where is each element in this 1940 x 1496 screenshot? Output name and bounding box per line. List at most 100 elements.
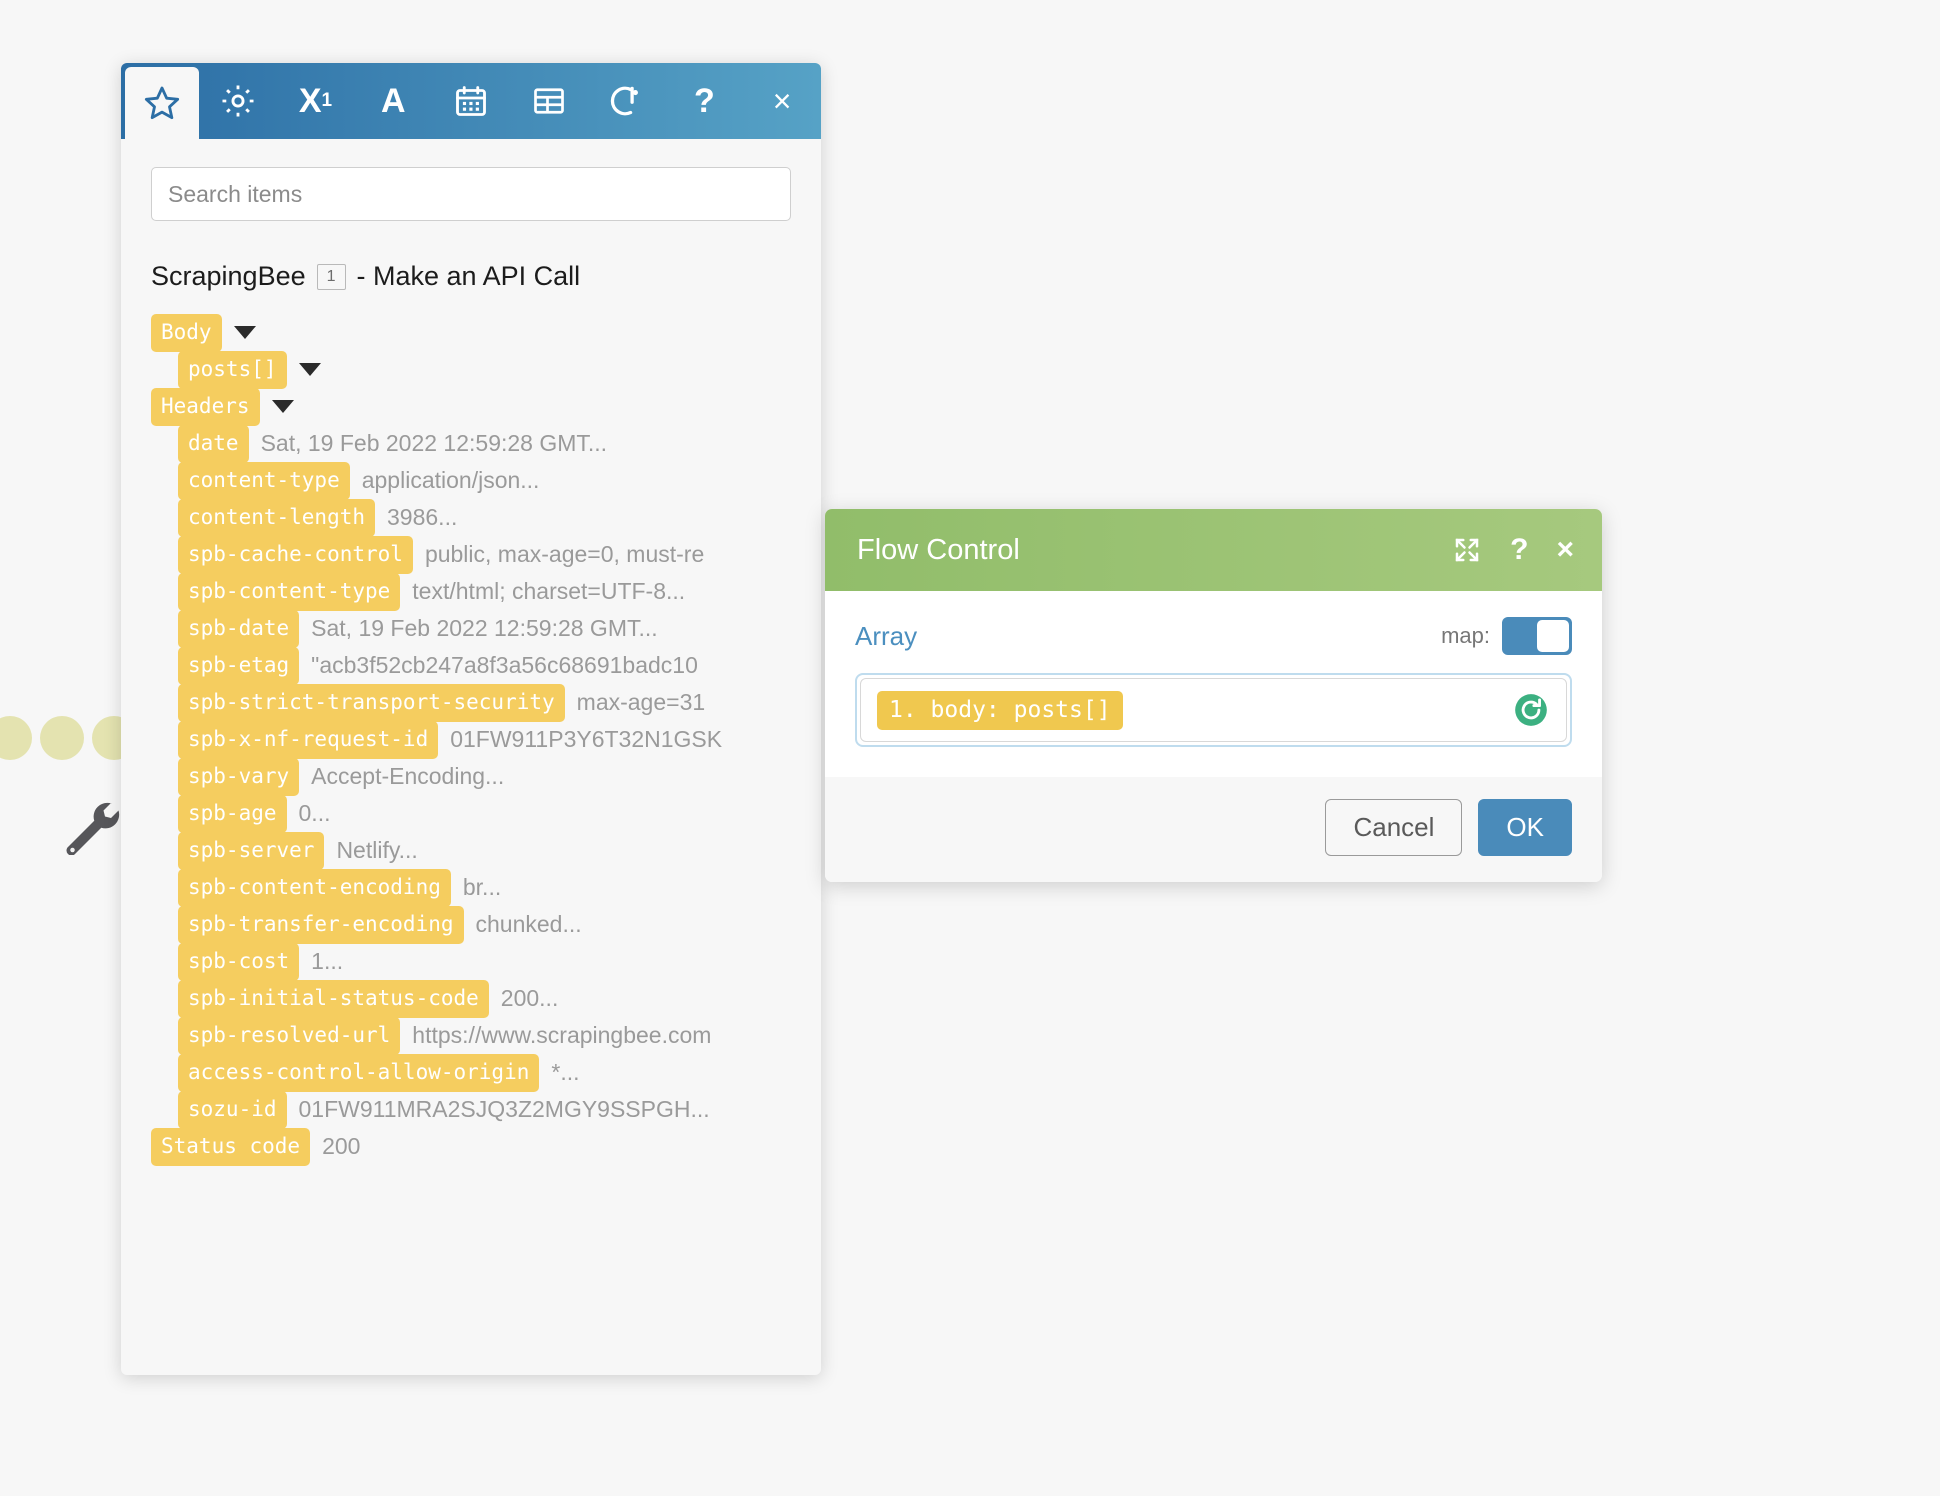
tree-row-value: Netlify... [336, 837, 418, 863]
tree-row[interactable]: spb-strict-transport-security max-age=31 [121, 683, 821, 722]
tab-number[interactable]: X1 [277, 63, 355, 139]
tree-row-chip[interactable]: spb-x-nf-request-id [178, 720, 439, 759]
tree-row[interactable]: access-control-allow-origin *... [121, 1053, 821, 1092]
refresh-icon[interactable] [1512, 691, 1550, 729]
cancel-button[interactable]: Cancel [1325, 799, 1463, 856]
tree-row-chip[interactable]: access-control-allow-origin [178, 1053, 540, 1092]
tree-row-chip[interactable]: spb-content-type [178, 572, 401, 611]
tree-row-chip[interactable]: spb-date [178, 609, 300, 648]
tree-row-chip[interactable]: content-type [178, 461, 350, 500]
dialog-close-button[interactable]: × [1556, 533, 1574, 567]
tree-row-chip[interactable]: spb-cost [178, 942, 300, 981]
search-input[interactable] [151, 167, 791, 221]
picker-help-button[interactable]: ? [665, 63, 743, 139]
tree-row-value: 01FW911P3Y6T32N1GSK [450, 726, 723, 752]
tree-row[interactable]: spb-cache-control public, max-age=0, must… [121, 535, 821, 574]
tree-row-chip[interactable]: content-length [178, 498, 376, 537]
tree-row-value: Accept-Encoding... [311, 763, 505, 789]
tree-row-value: https://www.scrapingbee.com [412, 1022, 712, 1048]
tree-row-chip[interactable]: date [178, 424, 249, 463]
tree-row-chip[interactable]: spb-content-encoding [178, 868, 451, 907]
tree-row[interactable]: sozu-id 01FW911MRA2SJQ3Z2MGY9SSPGH... [121, 1090, 821, 1129]
tree-row-value: 200 [322, 1133, 361, 1159]
tree-row[interactable]: Headers [121, 387, 821, 426]
tree-row[interactable]: spb-content-encoding br... [121, 868, 821, 907]
chevron-down-icon[interactable] [271, 400, 294, 413]
tree-row-value: br... [462, 874, 502, 900]
tree-row-value: 200... [500, 985, 559, 1011]
tree-row-value: text/html; charset=UTF-8... [412, 578, 686, 604]
table-icon [533, 88, 564, 114]
tree-row-value: 01FW911MRA2SJQ3Z2MGY9SSPGH... [298, 1096, 710, 1122]
tree-row-value: max-age=31 [576, 689, 706, 715]
tree-row[interactable]: Body [121, 313, 821, 352]
item-tree: Body posts[] Headers date Sat, 19 Feb 2022 1… [121, 313, 821, 1166]
background-dot [0, 716, 32, 760]
tree-row-chip[interactable]: spb-resolved-url [178, 1016, 401, 1055]
tree-row-chip[interactable]: Headers [151, 387, 260, 426]
tree-row-chip[interactable]: spb-age [178, 794, 287, 833]
tree-row-value: Sat, 19 Feb 2022 12:59:28 GMT... [260, 430, 608, 456]
tree-row[interactable]: content-length 3986... [121, 498, 821, 537]
picker-close-button[interactable]: × [743, 63, 821, 139]
array-row: Array map: [855, 617, 1572, 655]
array-field-inner[interactable]: 1. body: posts[] [860, 678, 1567, 742]
chevron-down-icon[interactable] [298, 363, 321, 376]
map-toggle-knob [1537, 620, 1569, 652]
flow-control-icon [610, 86, 638, 116]
tree-row-value: 3986... [387, 504, 458, 530]
array-label: Array [855, 620, 918, 651]
tree-row[interactable]: Status code 200 [121, 1127, 821, 1166]
map-toggle[interactable] [1502, 617, 1572, 655]
tab-settings[interactable] [199, 63, 277, 139]
array-field-chip[interactable]: 1. body: posts[] [877, 690, 1123, 730]
question-mark-icon: ? [693, 82, 715, 120]
tab-text[interactable]: A [354, 63, 432, 139]
tab-flow[interactable] [588, 63, 666, 139]
tree-row[interactable]: spb-resolved-url https://www.scrapingbee.… [121, 1016, 821, 1055]
tree-row-chip[interactable]: posts[] [178, 350, 287, 389]
tree-row-value: chunked... [475, 911, 582, 937]
tab-number-label: X [298, 82, 322, 120]
tree-row[interactable]: spb-server Netlify... [121, 831, 821, 870]
tree-row[interactable]: content-type application/json... [121, 461, 821, 500]
tree-row-chip[interactable]: spb-etag [178, 646, 300, 685]
tree-row-value: 0... [298, 800, 331, 826]
map-label: map: [1441, 623, 1490, 648]
chevron-down-icon[interactable] [233, 326, 256, 339]
tree-row[interactable]: spb-initial-status-code 200... [121, 979, 821, 1018]
ok-button[interactable]: OK [1478, 799, 1572, 856]
tree-row[interactable]: spb-etag "acb3f52cb247a8f3a56c68691badc10 [121, 646, 821, 685]
tree-row[interactable]: spb-content-type text/html; charset=UTF-8… [121, 572, 821, 611]
tree-row-chip[interactable]: Body [151, 313, 222, 352]
tab-table[interactable] [510, 63, 588, 139]
node-name: ScrapingBee [151, 261, 306, 291]
dialog-header: Flow Control ? × [825, 509, 1602, 591]
tree-row-chip[interactable]: spb-server [178, 831, 325, 870]
gear-icon [222, 85, 254, 117]
tree-row-value: public, max-age=0, must-re [424, 541, 705, 567]
tree-row-chip[interactable]: spb-strict-transport-security [178, 683, 565, 722]
dialog-help-button[interactable]: ? [1510, 533, 1528, 567]
tree-row-value: "acb3f52cb247a8f3a56c68691badc10 [311, 652, 698, 678]
expand-icon[interactable] [1452, 535, 1482, 565]
star-icon [144, 86, 179, 120]
tree-row[interactable]: date Sat, 19 Feb 2022 12:59:28 GMT... [121, 424, 821, 463]
tree-row[interactable]: spb-x-nf-request-id 01FW911P3Y6T32N1GSK [121, 720, 821, 759]
tree-row-chip[interactable]: spb-transfer-encoding [178, 905, 464, 944]
tree-row-chip[interactable]: sozu-id [178, 1090, 287, 1129]
array-field[interactable]: 1. body: posts[] [855, 673, 1572, 747]
tree-row-chip[interactable]: spb-cache-control [178, 535, 413, 574]
dialog-title: Flow Control [857, 533, 1020, 566]
tree-row[interactable]: spb-date Sat, 19 Feb 2022 12:59:28 GMT... [121, 609, 821, 648]
tree-row[interactable]: spb-cost 1... [121, 942, 821, 981]
tree-row[interactable]: spb-vary Accept-Encoding... [121, 757, 821, 796]
tree-row-chip[interactable]: spb-initial-status-code [178, 979, 489, 1018]
tree-row-chip[interactable]: Status code [151, 1127, 311, 1166]
tree-row[interactable]: spb-age 0... [121, 794, 821, 833]
tab-favorites[interactable] [125, 67, 199, 139]
tree-row-chip[interactable]: spb-vary [178, 757, 300, 796]
tab-date[interactable] [432, 63, 510, 139]
tree-row[interactable]: posts[] [121, 350, 821, 389]
tree-row[interactable]: spb-transfer-encoding chunked... [121, 905, 821, 944]
